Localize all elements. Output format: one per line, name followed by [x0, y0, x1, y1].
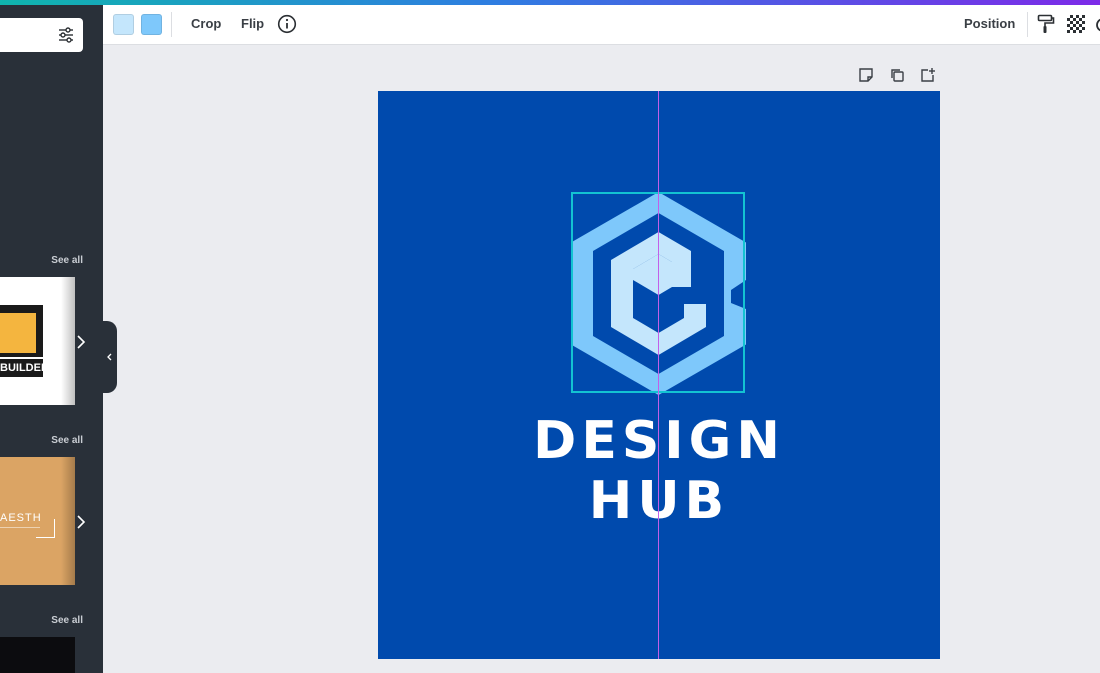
sliders-icon[interactable]: [57, 26, 75, 44]
see-all-link[interactable]: See all: [51, 435, 83, 446]
color-swatch-sky-blue[interactable]: [141, 14, 162, 35]
paint-roller-icon[interactable]: [1037, 14, 1055, 34]
templates-side-panel: See all BUILDERS See all AESTHETIC See a…: [0, 5, 103, 673]
chevron-right-icon[interactable]: [76, 335, 86, 349]
logo-text-line-2[interactable]: HUB: [378, 471, 940, 531]
chevron-left-icon: [107, 353, 112, 361]
corner-frame-graphic: [36, 519, 55, 538]
thumbnail-text: BUILDERS: [0, 359, 43, 377]
color-swatch-light-blue[interactable]: [113, 14, 134, 35]
more-options-icon[interactable]: [1095, 17, 1100, 33]
see-all-link[interactable]: See all: [51, 255, 83, 266]
house-logo-graphic: [0, 305, 43, 357]
search-input[interactable]: [0, 18, 83, 52]
info-icon[interactable]: [277, 14, 297, 34]
center-alignment-guide: [658, 91, 659, 659]
template-thumbnail-builders[interactable]: BUILDERS: [0, 277, 75, 405]
add-page-icon[interactable]: [920, 67, 936, 83]
crop-button[interactable]: Crop: [191, 16, 221, 31]
flip-button[interactable]: Flip: [241, 16, 264, 31]
sticky-note-icon[interactable]: [858, 67, 874, 83]
template-thumbnail-aesthetic[interactable]: AESTHETIC: [0, 457, 75, 585]
collapse-panel-button[interactable]: [103, 321, 117, 393]
see-all-link[interactable]: See all: [51, 615, 83, 626]
editor-toolbar: Crop Flip Position: [103, 5, 1100, 45]
template-thumbnail-dark[interactable]: [0, 637, 75, 673]
design-canvas-page[interactable]: DESIGN HUB: [378, 91, 940, 659]
checkerboard-icon[interactable]: [1067, 15, 1085, 33]
logo-text-line-1[interactable]: DESIGN: [378, 411, 940, 471]
duplicate-page-icon[interactable]: [889, 67, 905, 83]
chevron-right-icon[interactable]: [76, 515, 86, 529]
position-button[interactable]: Position: [964, 16, 1015, 31]
